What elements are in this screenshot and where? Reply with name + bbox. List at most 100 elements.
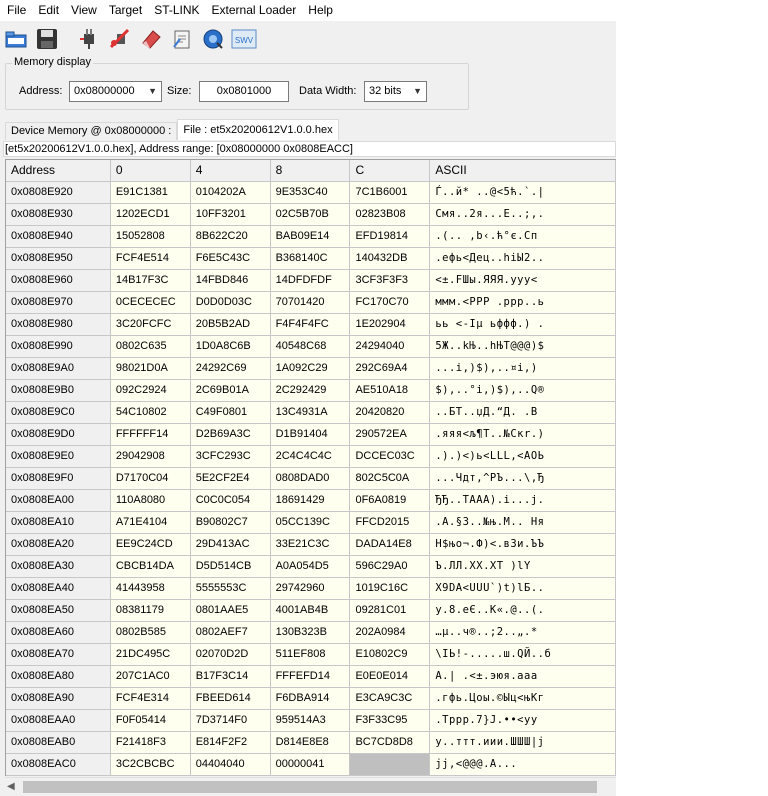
cell-word-8[interactable]: D814E8E8 — [270, 732, 351, 754]
cell-word-8[interactable]: 05CC139C — [270, 512, 351, 534]
cell-ascii[interactable]: јј,<@@@.A... — [430, 754, 616, 776]
cell-word-4[interactable]: D5D514CB — [190, 556, 271, 578]
cell-word-c[interactable]: 20420820 — [350, 402, 431, 424]
cell-word-c[interactable]: F3F33C95 — [350, 710, 431, 732]
cell-word-8[interactable]: 40548C68 — [270, 336, 351, 358]
cell-word-c[interactable]: BC7CD8D8 — [350, 732, 431, 754]
cell-word-4[interactable]: 14FBD846 — [190, 270, 271, 292]
cell-word-8[interactable]: 18691429 — [270, 490, 351, 512]
cell-word-4[interactable]: FBEED614 — [190, 688, 271, 710]
cell-address[interactable]: 0x0808E9D0 — [6, 424, 111, 446]
cell-word-4[interactable]: 0104202A — [190, 182, 271, 204]
cell-word-c[interactable]: 3CF3F3F3 — [350, 270, 431, 292]
cell-word-8[interactable]: 2C4C4C4C — [270, 446, 351, 468]
cell-ascii[interactable]: у..ттт.иии.ШШШ|ј — [430, 732, 616, 754]
cell-word-0[interactable]: 0802C635 — [110, 336, 191, 358]
cell-word-0[interactable]: 54C10802 — [110, 402, 191, 424]
cell-word-8[interactable]: 13C4931A — [270, 402, 351, 424]
cell-word-0[interactable]: FCF4E514 — [110, 248, 191, 270]
cell-address[interactable]: 0x0808E930 — [6, 204, 111, 226]
cell-word-c[interactable]: 292C69A4 — [350, 358, 431, 380]
cell-word-c[interactable]: EFD19814 — [350, 226, 431, 248]
cell-address[interactable]: 0x0808EAC0 — [6, 754, 111, 776]
cell-word-4[interactable]: 20B5B2AD — [190, 314, 271, 336]
cell-word-c[interactable]: DCCEC03C — [350, 446, 431, 468]
cell-word-0[interactable]: 092C2924 — [110, 380, 191, 402]
cell-word-8[interactable]: 00000041 — [270, 754, 351, 776]
menu-st-link[interactable]: ST-LINK — [149, 0, 206, 21]
cell-word-c[interactable]: 02823B08 — [350, 204, 431, 226]
cell-word-8[interactable]: F6DBA914 — [270, 688, 351, 710]
cell-ascii[interactable]: \IЬ!-.....ш.QЙ..б — [430, 644, 616, 666]
cell-word-8[interactable]: 511EF808 — [270, 644, 351, 666]
cell-word-4[interactable]: D2B69A3C — [190, 424, 271, 446]
cell-word-0[interactable]: 110A8080 — [110, 490, 191, 512]
cell-ascii[interactable]: А.| .<±.эюя.ааа — [430, 666, 616, 688]
cell-word-0[interactable]: A71E4104 — [110, 512, 191, 534]
save-icon[interactable] — [33, 25, 61, 53]
data-width-select[interactable]: 32 bits ▼ — [364, 81, 427, 102]
cell-word-4[interactable]: 5555553C — [190, 578, 271, 600]
cell-word-c[interactable]: 1019C16C — [350, 578, 431, 600]
cell-address[interactable]: 0x0808E9F0 — [6, 468, 111, 490]
cell-word-4[interactable]: 29D413AC — [190, 534, 271, 556]
size-input[interactable]: 0x0801000 — [199, 81, 289, 102]
cell-word-8[interactable]: F4F4F4FC — [270, 314, 351, 336]
cell-word-0[interactable]: 08381179 — [110, 600, 191, 622]
cell-word-c[interactable]: E10802C9 — [350, 644, 431, 666]
cell-ascii[interactable]: Ъ.ЛЛ.ХХ.ХТ )lY — [430, 556, 616, 578]
cell-word-4[interactable]: D0D0D03C — [190, 292, 271, 314]
cell-ascii[interactable]: Смя..2я...Е..;‚. — [430, 204, 616, 226]
cell-word-4[interactable]: 3CFC293C — [190, 446, 271, 468]
cell-address[interactable]: 0x0808E9A0 — [6, 358, 111, 380]
cell-word-8[interactable]: 2C292429 — [270, 380, 351, 402]
cell-word-c[interactable]: 140432DB — [350, 248, 431, 270]
cell-word-0[interactable]: EE9C24CD — [110, 534, 191, 556]
cell-ascii[interactable]: ..БТ..џД.“Д. .B — [430, 402, 616, 424]
cell-word-8[interactable]: 70701420 — [270, 292, 351, 314]
cell-ascii[interactable]: .).)<)ь<LLL,<АОЬ — [430, 446, 616, 468]
connect-icon[interactable] — [75, 25, 103, 53]
cell-word-4[interactable]: F6E5C43C — [190, 248, 271, 270]
disconnect-icon[interactable] — [106, 25, 134, 53]
cell-word-8[interactable]: 29742960 — [270, 578, 351, 600]
cell-word-4[interactable]: C0C0C054 — [190, 490, 271, 512]
open-file-icon[interactable] — [2, 25, 30, 53]
cell-word-c[interactable]: 596C29A0 — [350, 556, 431, 578]
cell-word-c[interactable]: 0F6A0819 — [350, 490, 431, 512]
cell-word-8[interactable]: D1B91404 — [270, 424, 351, 446]
cell-ascii[interactable]: Н$њо¬.Ф)<.в3и.ЪЪ — [430, 534, 616, 556]
cell-address[interactable]: 0x0808E920 — [6, 182, 111, 204]
cell-word-0[interactable]: 15052808 — [110, 226, 191, 248]
cell-ascii[interactable]: …µ..ч®..;2..„.* — [430, 622, 616, 644]
cell-address[interactable]: 0x0808EA10 — [6, 512, 111, 534]
cell-address[interactable]: 0x0808E940 — [6, 226, 111, 248]
cell-word-0[interactable]: 14B17F3C — [110, 270, 191, 292]
cell-word-4[interactable]: 5E2CF2E4 — [190, 468, 271, 490]
cell-word-0[interactable]: 0802B585 — [110, 622, 191, 644]
cell-word-8[interactable]: 130B323B — [270, 622, 351, 644]
cell-address[interactable]: 0x0808E980 — [6, 314, 111, 336]
cell-word-0[interactable]: 0CECECEC — [110, 292, 191, 314]
cell-word-c[interactable]: AE510A18 — [350, 380, 431, 402]
header-offset-4[interactable]: 4 — [190, 160, 271, 182]
cell-ascii[interactable]: ...Чдт,^РЪ...\,Ђ — [430, 468, 616, 490]
cell-word-8[interactable]: B368140C — [270, 248, 351, 270]
cell-ascii[interactable]: ЂЂ..TААА).i...j. — [430, 490, 616, 512]
cell-word-0[interactable]: F21418F3 — [110, 732, 191, 754]
cell-word-8[interactable]: BAB09E14 — [270, 226, 351, 248]
cell-word-0[interactable]: 3C2CBCBC — [110, 754, 191, 776]
cell-word-0[interactable]: 41443958 — [110, 578, 191, 600]
header-ascii[interactable]: ASCII — [430, 160, 616, 182]
cell-word-0[interactable]: FFFFFF14 — [110, 424, 191, 446]
cell-ascii[interactable]: .гфь.Цоы.©Ыц<њКг — [430, 688, 616, 710]
cell-word-c[interactable]: 09281C01 — [350, 600, 431, 622]
cell-ascii[interactable]: .яяя<љ¶Т..№Скr.) — [430, 424, 616, 446]
chevron-down-icon[interactable]: ▼ — [413, 82, 422, 101]
cell-word-4[interactable]: 24292C69 — [190, 358, 271, 380]
cell-word-4[interactable]: 0801AAE5 — [190, 600, 271, 622]
cell-address[interactable]: 0x0808EA50 — [6, 600, 111, 622]
cell-ascii[interactable]: y.8.еЄ..K«.@..(. — [430, 600, 616, 622]
cell-ascii[interactable]: <±.FШы.ЯЯЯ.ууу< — [430, 270, 616, 292]
cell-word-c[interactable]: E0E0E014 — [350, 666, 431, 688]
